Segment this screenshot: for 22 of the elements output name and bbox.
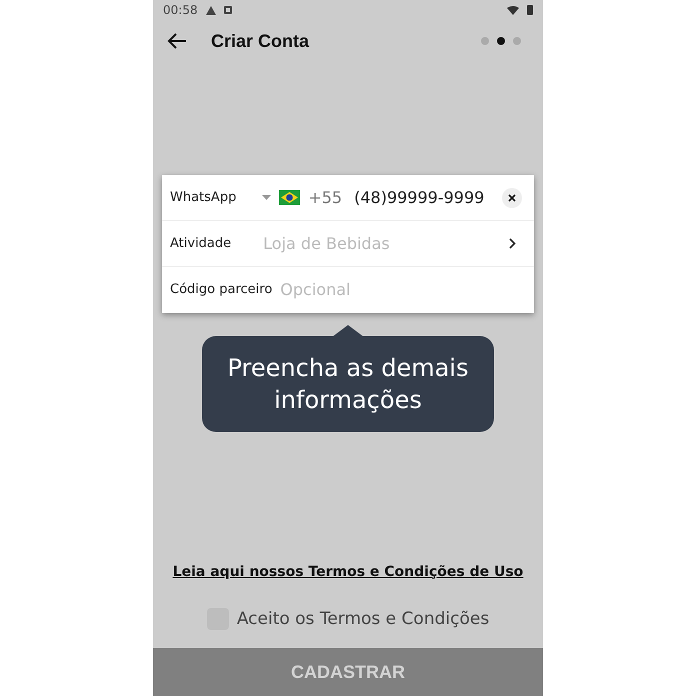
back-arrow-icon[interactable]: [167, 33, 187, 49]
page-title: Criar Conta: [211, 30, 310, 52]
flag-icon: [279, 190, 300, 205]
warning-icon: [206, 6, 216, 14]
tooltip: Preencha as demais informações: [202, 336, 494, 432]
input-field[interactable]: Opcional: [280, 278, 526, 302]
clear-button[interactable]: [502, 188, 522, 208]
select-field[interactable]: Loja de Bebidas: [263, 232, 501, 256]
terms-link[interactable]: Leia aqui nossos Termos e Condições de Uso: [172, 564, 524, 580]
phone-value: (48)99999-9999: [354, 186, 486, 208]
dropdown-icon[interactable]: [262, 195, 272, 200]
wifi-icon: [507, 6, 519, 14]
notification-icon: [224, 6, 232, 14]
chevron-right-icon[interactable]: [509, 238, 516, 249]
close-icon: [508, 194, 516, 202]
field-label: WhatsApp: [170, 188, 236, 207]
accept-label: Aceito os Termos e Condições: [236, 608, 490, 630]
status-time: 00:58: [163, 2, 198, 19]
country-code: +55: [308, 186, 342, 208]
field-label: Código parceiro: [170, 281, 272, 300]
field-label: Atividade: [170, 234, 232, 253]
battery-icon: [527, 5, 533, 15]
